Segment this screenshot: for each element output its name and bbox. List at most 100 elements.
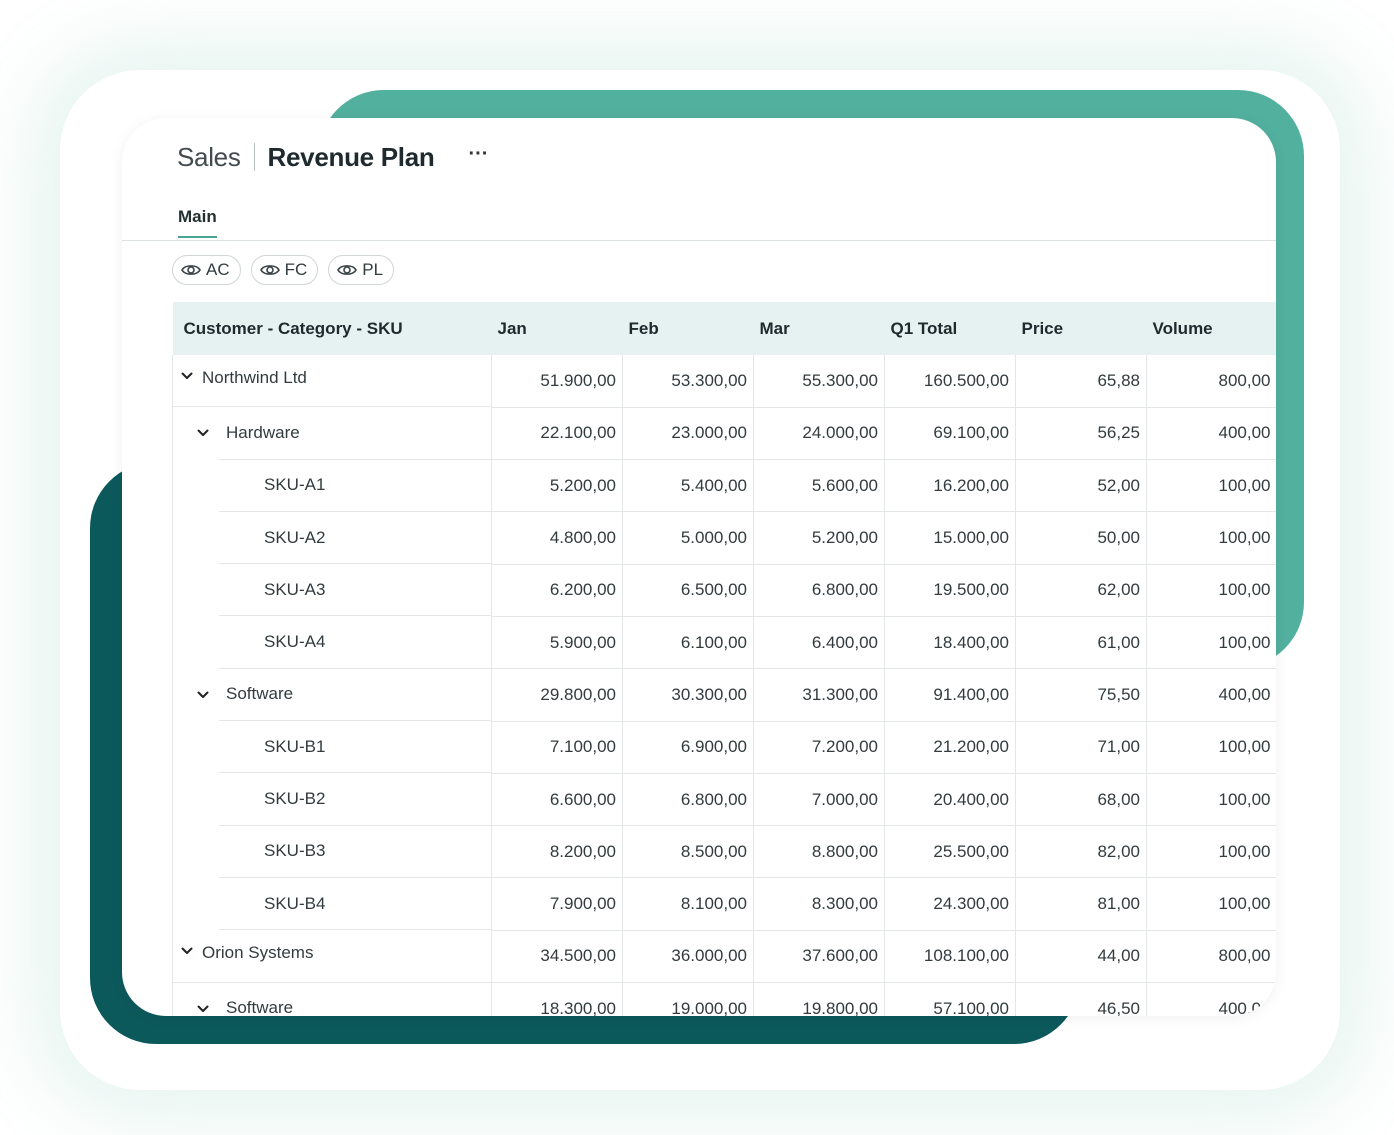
chip-pl[interactable]: PL: [328, 255, 395, 285]
chip-ac[interactable]: AC: [172, 255, 241, 285]
table-row[interactable]: SKU-A1 5.200,00 5.400,00 5.600,00 16.200,00 5…: [172, 459, 1276, 513]
value-cell[interactable]: 100,00: [1146, 773, 1276, 827]
value-cell[interactable]: 7.000,00: [753, 773, 885, 827]
value-cell[interactable]: 24.000,00: [753, 407, 885, 461]
value-cell[interactable]: 8.100,00: [622, 877, 754, 931]
value-cell[interactable]: 100,00: [1146, 825, 1276, 879]
chevron-down-icon[interactable]: [195, 687, 211, 703]
value-cell[interactable]: 6.200,00: [491, 564, 623, 617]
value-cell[interactable]: 57.100,00: [884, 982, 1016, 1016]
table-row[interactable]: SKU-B1 7.100,00 6.900,00 7.200,00 21.200,00 7…: [172, 721, 1276, 774]
table-row[interactable]: Software 18.300,00 19.000,00 19.800,00 57.10…: [172, 982, 1276, 1016]
chevron-down-icon[interactable]: [179, 368, 195, 384]
value-cell[interactable]: 19.500,00: [884, 564, 1016, 617]
value-cell[interactable]: 44,00: [1015, 930, 1147, 984]
app-name[interactable]: Sales: [177, 142, 241, 173]
value-cell[interactable]: 6.500,00: [622, 564, 754, 617]
value-cell[interactable]: 24.300,00: [884, 877, 1016, 931]
value-cell[interactable]: 22.100,00: [491, 407, 623, 461]
value-cell[interactable]: 30.300,00: [622, 668, 754, 722]
value-cell[interactable]: 31.300,00: [753, 668, 885, 722]
column-header[interactable]: Price: [1015, 302, 1147, 355]
value-cell[interactable]: 18.400,00: [884, 616, 1016, 670]
value-cell[interactable]: 69.100,00: [884, 407, 1016, 461]
column-header[interactable]: Feb: [622, 302, 754, 355]
value-cell[interactable]: 100,00: [1146, 877, 1276, 931]
value-cell[interactable]: 25.500,00: [884, 825, 1016, 879]
table-row[interactable]: Hardware 22.100,00 23.000,00 24.000,00 69.10…: [172, 407, 1276, 461]
chip-fc[interactable]: FC: [250, 255, 319, 285]
column-header[interactable]: Customer - Category - SKU: [172, 302, 492, 355]
table-row[interactable]: SKU-A2 4.800,00 5.000,00 5.200,00 15.000,00 5…: [172, 511, 1276, 565]
value-cell[interactable]: 21.200,00: [884, 721, 1016, 774]
value-cell[interactable]: 400,00: [1146, 982, 1276, 1016]
value-cell[interactable]: 71,00: [1015, 721, 1147, 774]
column-header[interactable]: Jan: [491, 302, 623, 355]
value-cell[interactable]: 5.200,00: [753, 511, 885, 565]
value-cell[interactable]: 6.800,00: [753, 564, 885, 617]
value-cell[interactable]: 29.800,00: [491, 668, 623, 722]
table-row[interactable]: SKU-B4 7.900,00 8.100,00 8.300,00 24.300,00 8…: [172, 877, 1276, 931]
value-cell[interactable]: 5.900,00: [491, 616, 623, 670]
value-cell[interactable]: 34.500,00: [491, 930, 623, 984]
value-cell[interactable]: 37.600,00: [753, 930, 885, 984]
value-cell[interactable]: 400,00: [1146, 668, 1276, 722]
value-cell[interactable]: 800,00: [1146, 930, 1276, 984]
table-row[interactable]: SKU-B3 8.200,00 8.500,00 8.800,00 25.500,00 8…: [172, 825, 1276, 879]
value-cell[interactable]: 8.800,00: [753, 825, 885, 879]
value-cell[interactable]: 36.000,00: [622, 930, 754, 984]
value-cell[interactable]: 7.100,00: [491, 721, 623, 774]
value-cell[interactable]: 100,00: [1146, 511, 1276, 565]
value-cell[interactable]: 5.200,00: [491, 459, 623, 513]
value-cell[interactable]: 100,00: [1146, 616, 1276, 670]
value-cell[interactable]: 6.900,00: [622, 721, 754, 774]
chevron-down-icon[interactable]: [195, 425, 211, 441]
value-cell[interactable]: 53.300,00: [622, 355, 754, 408]
value-cell[interactable]: 16.200,00: [884, 459, 1016, 513]
table-row[interactable]: SKU-A3 6.200,00 6.500,00 6.800,00 19.500,00 6…: [172, 564, 1276, 617]
table-row[interactable]: Northwind Ltd 51.900,00 53.300,00 55.300,00…: [172, 355, 1276, 408]
value-cell[interactable]: 75,50: [1015, 668, 1147, 722]
value-cell[interactable]: 100,00: [1146, 459, 1276, 513]
value-cell[interactable]: 61,00: [1015, 616, 1147, 670]
chevron-down-icon[interactable]: [179, 943, 195, 959]
value-cell[interactable]: 52,00: [1015, 459, 1147, 513]
value-cell[interactable]: 50,00: [1015, 511, 1147, 565]
value-cell[interactable]: 91.400,00: [884, 668, 1016, 722]
value-cell[interactable]: 6.800,00: [622, 773, 754, 827]
value-cell[interactable]: 108.100,00: [884, 930, 1016, 984]
value-cell[interactable]: 7.200,00: [753, 721, 885, 774]
value-cell[interactable]: 46,50: [1015, 982, 1147, 1016]
value-cell[interactable]: 18.300,00: [491, 982, 623, 1016]
value-cell[interactable]: 400,00: [1146, 407, 1276, 461]
table-row[interactable]: SKU-A4 5.900,00 6.100,00 6.400,00 18.400,00 6…: [172, 616, 1276, 670]
value-cell[interactable]: 55.300,00: [753, 355, 885, 408]
value-cell[interactable]: 56,25: [1015, 407, 1147, 461]
value-cell[interactable]: 100,00: [1146, 564, 1276, 617]
value-cell[interactable]: 7.900,00: [491, 877, 623, 931]
value-cell[interactable]: 62,00: [1015, 564, 1147, 617]
value-cell[interactable]: 81,00: [1015, 877, 1147, 931]
table-row[interactable]: Orion Systems 34.500,00 36.000,00 37.600,00…: [172, 930, 1276, 984]
value-cell[interactable]: 65,88: [1015, 355, 1147, 408]
value-cell[interactable]: 5.000,00: [622, 511, 754, 565]
column-header[interactable]: Mar: [753, 302, 885, 355]
value-cell[interactable]: 800,00: [1146, 355, 1276, 408]
tab-main[interactable]: Main: [178, 207, 217, 238]
chevron-down-icon[interactable]: [195, 1001, 211, 1016]
value-cell[interactable]: 100,00: [1146, 721, 1276, 774]
column-header[interactable]: Q1 Total: [884, 302, 1016, 355]
value-cell[interactable]: 6.400,00: [753, 616, 885, 670]
value-cell[interactable]: 15.000,00: [884, 511, 1016, 565]
value-cell[interactable]: 160.500,00: [884, 355, 1016, 408]
value-cell[interactable]: 19.000,00: [622, 982, 754, 1016]
column-header[interactable]: Volume: [1146, 302, 1276, 355]
value-cell[interactable]: 6.100,00: [622, 616, 754, 670]
value-cell[interactable]: 20.400,00: [884, 773, 1016, 827]
value-cell[interactable]: 8.200,00: [491, 825, 623, 879]
value-cell[interactable]: 5.400,00: [622, 459, 754, 513]
value-cell[interactable]: 23.000,00: [622, 407, 754, 461]
value-cell[interactable]: 5.600,00: [753, 459, 885, 513]
value-cell[interactable]: 68,00: [1015, 773, 1147, 827]
value-cell[interactable]: 6.600,00: [491, 773, 623, 827]
